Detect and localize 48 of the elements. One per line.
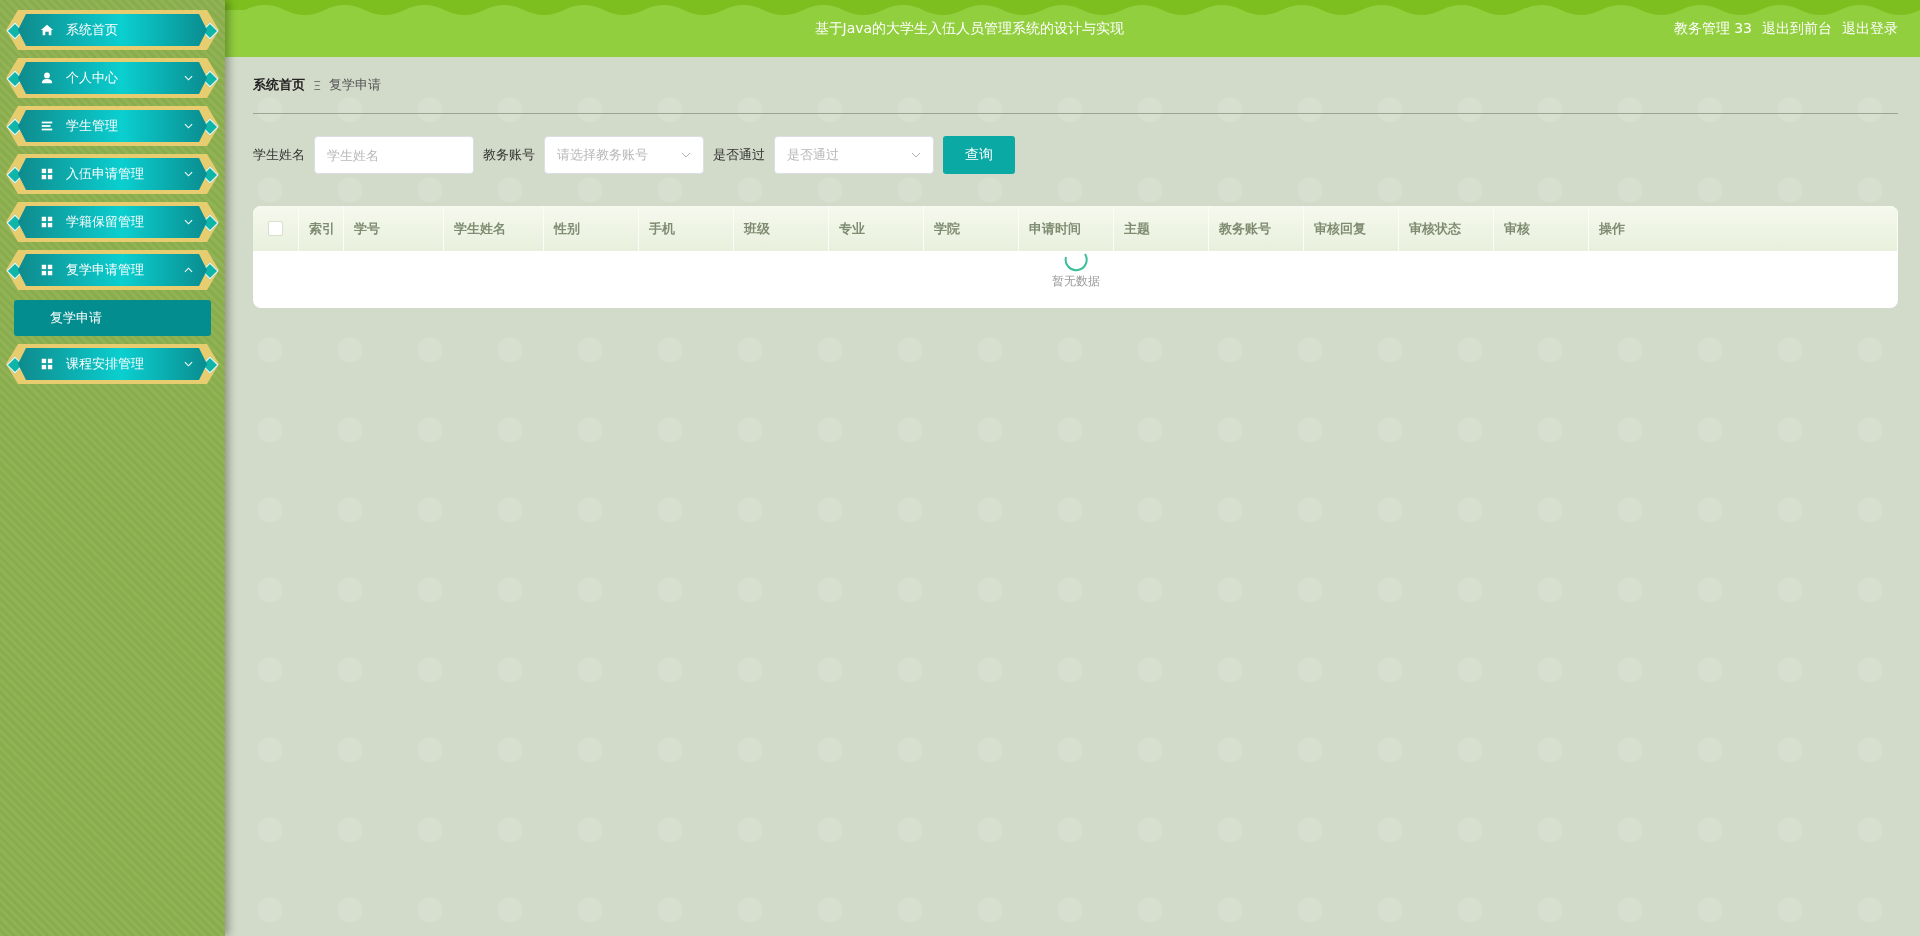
header-link[interactable]: 退出到前台	[1762, 19, 1832, 38]
breadcrumb-item[interactable]: 系统首页	[253, 76, 305, 94]
column-header: 学院	[934, 219, 960, 238]
menu-item[interactable]: 入伍申请管理	[6, 154, 219, 194]
column-header: 手机	[649, 219, 675, 238]
column-header: 性别	[554, 219, 580, 238]
input-field[interactable]: 学生姓名	[314, 136, 474, 174]
home-icon	[40, 23, 54, 37]
column-header: 班级	[744, 219, 770, 238]
search-button[interactable]: 查询	[943, 136, 1015, 174]
column-header: 索引	[309, 219, 335, 238]
menu-item[interactable]: 课程安排管理	[6, 344, 219, 384]
menu-item[interactable]: 学生管理	[6, 106, 219, 146]
column-header: 操作	[1599, 219, 1625, 238]
menu-item[interactable]: 系统首页	[6, 10, 219, 50]
field-label: 教务账号	[483, 146, 535, 164]
chevron-down-icon	[911, 152, 921, 158]
column-header: 学生姓名	[454, 219, 506, 238]
column-header: 专业	[839, 219, 865, 238]
submenu-item[interactable]: 复学申请	[14, 300, 211, 336]
breadcrumb-separator: Ξ	[313, 77, 322, 93]
list-icon	[40, 119, 54, 133]
select-field[interactable]: 是否通过	[774, 136, 934, 174]
grid-icon	[40, 263, 54, 277]
column-header: 教务账号	[1219, 219, 1271, 238]
field-label: 学生姓名	[253, 146, 305, 164]
grid-icon	[40, 167, 54, 181]
header-link[interactable]: 退出登录	[1842, 19, 1898, 38]
field-label: 是否通过	[713, 146, 765, 164]
column-header: 审核	[1504, 219, 1530, 238]
user-name: 教务管理 33	[1673, 19, 1752, 38]
select-field[interactable]: 请选择教务账号	[544, 136, 704, 174]
column-header: 学号	[354, 219, 380, 238]
user-icon	[40, 71, 54, 85]
column-header: 主题	[1124, 219, 1150, 238]
menu-item[interactable]: 复学申请管理	[6, 250, 219, 290]
menu-item[interactable]: 个人中心	[6, 58, 219, 98]
breadcrumb-item[interactable]: 复学申请	[329, 76, 382, 94]
column-header: 申请时间	[1029, 219, 1081, 238]
menu-item[interactable]: 学籍保留管理	[6, 202, 219, 242]
checkbox[interactable]	[268, 221, 283, 236]
grid-icon	[40, 215, 54, 229]
column-header: 审核回复	[1314, 219, 1366, 238]
empty-text: 暂无数据	[1051, 273, 1100, 290]
app-title: 基于Java的大学生入伍人员管理系统的设计与实现	[813, 19, 1126, 38]
column-header: 审核状态	[1409, 219, 1461, 238]
chevron-down-icon	[681, 152, 691, 158]
grid-icon	[40, 357, 54, 371]
